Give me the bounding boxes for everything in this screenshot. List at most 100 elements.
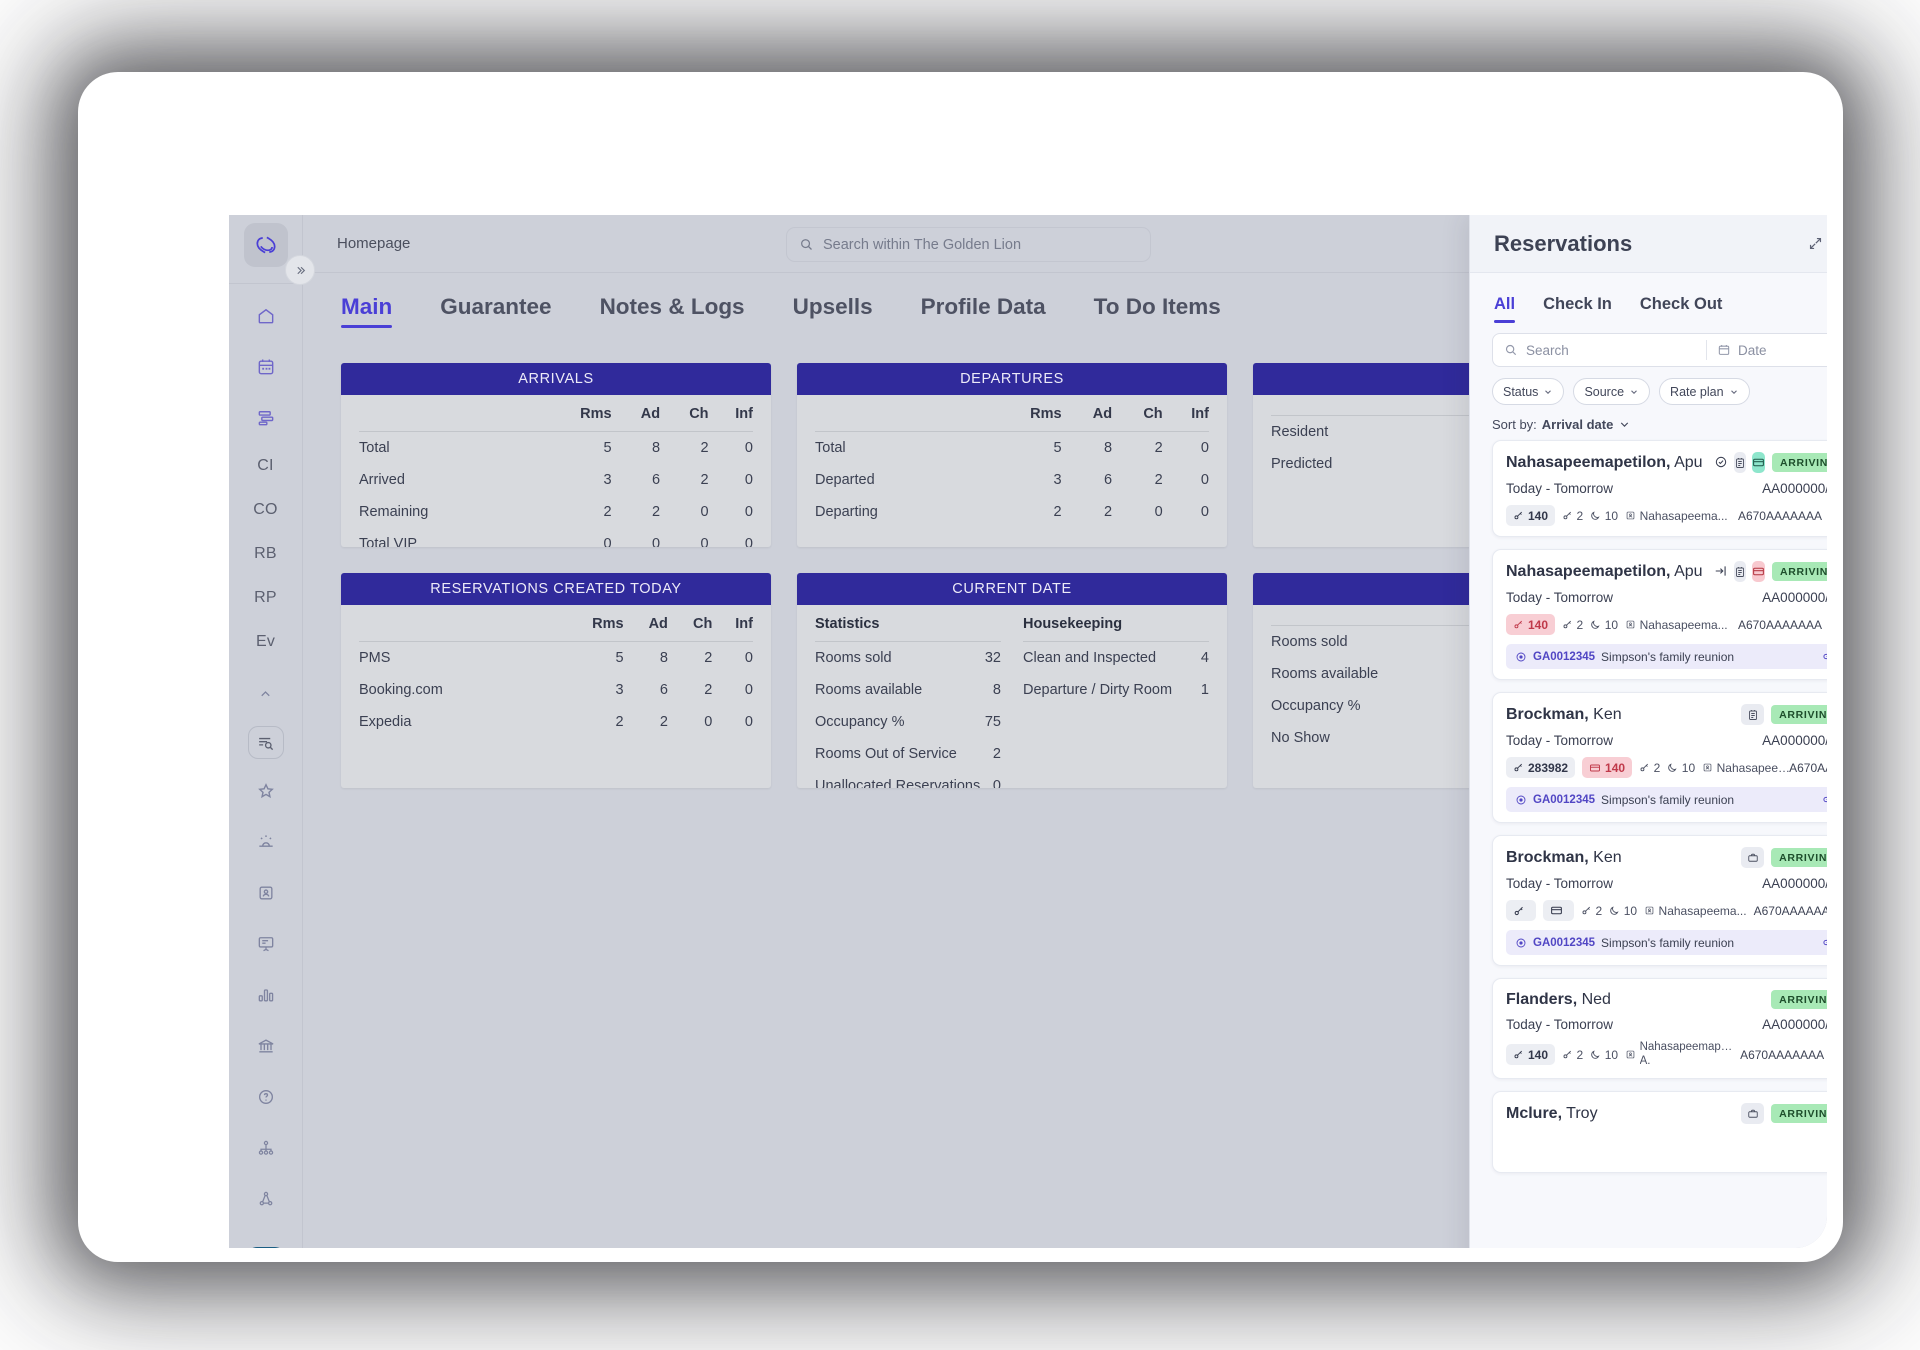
filter-status[interactable]: Status: [1492, 378, 1565, 405]
sidebar-shortcut-ev[interactable]: Ev: [243, 627, 289, 657]
tab-check-out[interactable]: Check Out: [1640, 295, 1723, 323]
room-number-pill[interactable]: 283982: [1506, 757, 1576, 778]
app-logo-icon[interactable]: [243, 223, 288, 267]
link-icon[interactable]: [1822, 793, 1827, 806]
group-id: GA0012345: [1533, 650, 1596, 663]
calendar-icon: [1717, 343, 1731, 357]
group-icon: [1515, 794, 1527, 806]
current-date-card-title: CURRENT DATE: [797, 573, 1227, 605]
reservation-card[interactable]: Nahasapeemapetilon, Apu ARRIVIN Today - …: [1492, 440, 1827, 537]
group-booking-row[interactable]: GA0012345 Simpson's family reunion: [1506, 644, 1827, 669]
sidebar-item-stacked-bars[interactable]: [247, 399, 285, 437]
credit-card-icon[interactable]: [1751, 561, 1765, 582]
confirmation-number: AA000000/00: [1762, 1017, 1827, 1032]
tab-to-do-items[interactable]: To Do Items: [1070, 273, 1245, 341]
account-number: A670AAAAAAA: [1789, 760, 1827, 775]
briefcase-icon[interactable]: [1741, 1103, 1765, 1125]
network-nodes-icon[interactable]: [247, 1180, 285, 1218]
reservation-card[interactable]: Flanders, Ned ARRIVING Today - Tomorrow …: [1492, 978, 1827, 1080]
bar-chart-icon[interactable]: [247, 976, 285, 1014]
sidebar-item-calendar[interactable]: [247, 348, 285, 386]
notes-icon[interactable]: [1733, 452, 1746, 473]
tab-main[interactable]: Main: [341, 273, 416, 341]
room-rate-pill[interactable]: 140: [1506, 614, 1556, 635]
list-item: Departure / Dirty Room 1: [1023, 682, 1209, 698]
account-and-source: A670AAAAAAA B.: [1738, 507, 1827, 524]
housekeeping-header: Housekeeping: [1023, 616, 1123, 632]
moon-icon: [1609, 905, 1620, 916]
bank-icon[interactable]: [247, 1027, 285, 1065]
column-header: Inf: [735, 616, 753, 632]
payment-pill[interactable]: [1543, 900, 1574, 921]
sidebar-shortcut-co[interactable]: CO: [243, 495, 289, 525]
tab-upsells[interactable]: Upsells: [769, 273, 897, 341]
reservations-created-today-card: RESERVATIONS CREATED TODAY Rms Ad Ch Inf: [341, 573, 771, 788]
hierarchy-icon[interactable]: [247, 1129, 285, 1167]
presentation-icon[interactable]: [247, 925, 285, 963]
filter-rate-plan[interactable]: Rate plan: [1659, 378, 1750, 405]
sunrise-icon[interactable]: [247, 823, 285, 861]
sidebar-item-reservation-search[interactable]: [247, 726, 284, 759]
global-search-placeholder: Search within The Golden Lion: [823, 236, 1022, 253]
star-icon[interactable]: [247, 772, 285, 810]
notes-icon[interactable]: [1733, 561, 1746, 582]
briefcase-icon[interactable]: [1741, 847, 1765, 868]
reservation-card[interactable]: Mclure, Troy ARRIVING: [1492, 1091, 1827, 1174]
sidebar-item-home[interactable]: [247, 297, 285, 335]
nights-count: 10: [1667, 761, 1695, 775]
tab-all[interactable]: All: [1494, 295, 1516, 323]
search-input[interactable]: Search: [1493, 343, 1706, 358]
guest-profile: Nahasapeemapetilon, A.: [1625, 1041, 1733, 1068]
confirmation-number: AA000000/00: [1762, 481, 1827, 496]
link-icon[interactable]: [1822, 936, 1827, 949]
breadcrumb[interactable]: Homepage: [337, 235, 410, 252]
group-id: GA0012345: [1533, 793, 1596, 806]
room-rate-pill[interactable]: 140: [1506, 1044, 1556, 1066]
group-booking-row[interactable]: GA0012345 Simpson's family reunion: [1506, 787, 1827, 812]
account-number: A670AAAAAAA: [1737, 617, 1822, 632]
rooms-count: 2: [1562, 509, 1583, 523]
left-navigation-rail: CI CO RB RP Ev: [229, 215, 303, 1248]
list-item: Unallocated Reservations 0: [815, 778, 1001, 788]
reservation-list[interactable]: Nahasapeemapetilon, Apu ARRIVIN Today - …: [1470, 436, 1827, 1248]
filter-source[interactable]: Source: [1573, 378, 1651, 405]
link-icon[interactable]: [1822, 650, 1827, 663]
tab-profile-data[interactable]: Profile Data: [897, 273, 1070, 341]
help-circle-icon[interactable]: [247, 1078, 285, 1116]
balance-pill[interactable]: 140: [1582, 757, 1633, 778]
tab-guarantee[interactable]: Guarantee: [416, 273, 575, 341]
expand-diagonal-icon[interactable]: [1800, 229, 1827, 259]
room-rate-pill[interactable]: 140: [1506, 505, 1556, 526]
table-row: Departing 2 2 0 0: [815, 504, 1209, 520]
id-card-icon[interactable]: [247, 874, 285, 912]
chevron-double-right-icon[interactable]: [285, 255, 315, 285]
column-header: Ch: [689, 406, 709, 422]
column-header: Rms: [1030, 406, 1062, 422]
room-key-pill[interactable]: [1506, 900, 1536, 921]
rooms-count: 2: [1581, 904, 1602, 918]
sidebar-shortcut-rp[interactable]: RP: [243, 583, 289, 613]
guest-profile: Nahasapeema...: [1644, 904, 1747, 918]
group-name: Simpson's family reunion: [1601, 935, 1735, 950]
tab-notes-and-logs[interactable]: Notes & Logs: [576, 273, 769, 341]
table-row: Total VIP 0 0 0 0: [359, 536, 753, 547]
sidebar-shortcut-ci[interactable]: CI: [243, 451, 289, 481]
key-icon: [1513, 1049, 1524, 1060]
credit-card-icon[interactable]: [1751, 452, 1765, 473]
account-and-source: A670AAAAAAA B.: [1740, 1046, 1827, 1063]
reservation-card[interactable]: Nahasapeemapetilon, Apu ARRIVIN Today - …: [1492, 549, 1827, 680]
avatar[interactable]: SP: [246, 1247, 285, 1248]
global-search-input[interactable]: Search within The Golden Lion: [786, 227, 1151, 262]
reservation-card[interactable]: Brockman, Ken ARRIVING Today - Tomorrow: [1492, 692, 1827, 823]
date-filter-input[interactable]: Date: [1707, 343, 1827, 358]
reservation-card[interactable]: Brockman, Ken ARRIVING Today - Tomorrow: [1492, 835, 1827, 966]
tab-check-in[interactable]: Check In: [1543, 295, 1612, 323]
sort-by-control[interactable]: Sort by: Arrival date: [1470, 405, 1827, 436]
notes-icon[interactable]: [1741, 704, 1765, 725]
sidebar-shortcut-rb[interactable]: RB: [243, 539, 289, 569]
stay-dates: Today - Tomorrow: [1506, 876, 1614, 891]
table-row: PMS 5 8 2 0: [359, 650, 753, 666]
moon-icon: [1590, 619, 1601, 630]
chevron-up-icon[interactable]: [247, 675, 285, 713]
group-booking-row[interactable]: GA0012345 Simpson's family reunion: [1506, 930, 1827, 955]
